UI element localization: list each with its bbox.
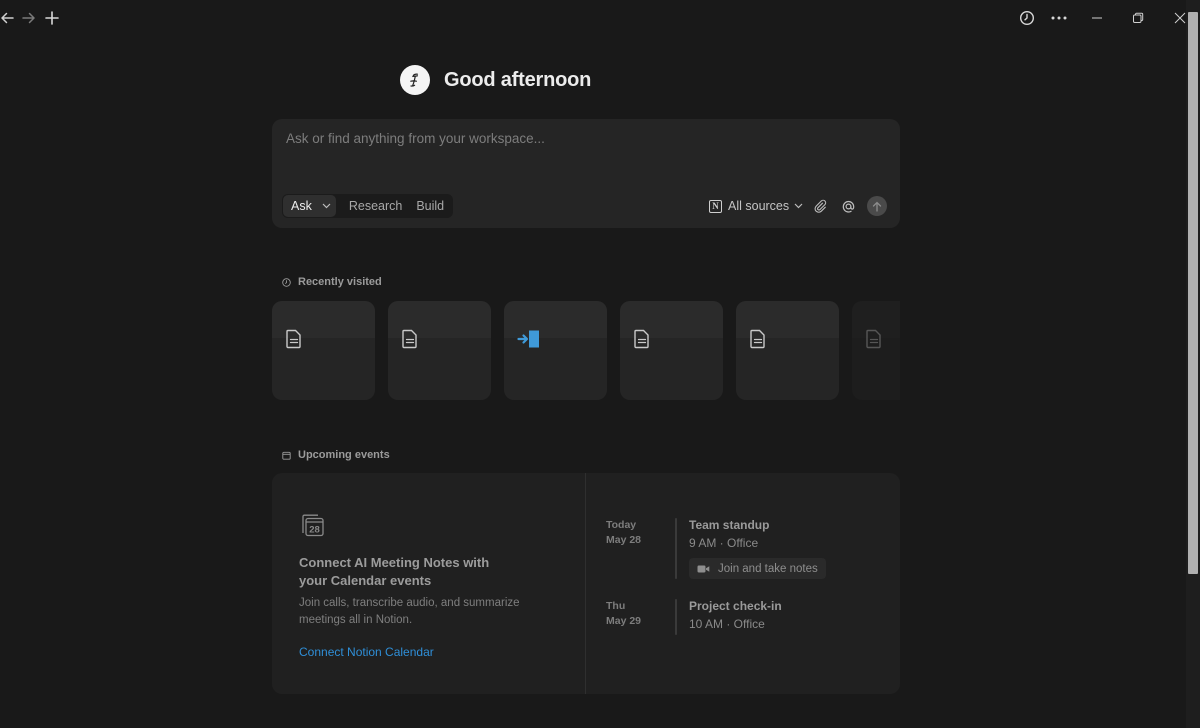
minimize-icon[interactable] [1087,8,1107,28]
calendar-day-number: 28 [309,525,320,536]
ask-box[interactable]: Ask or find anything from your workspace… [272,119,900,228]
video-camera-icon [697,564,710,574]
mode-build-button[interactable]: Build [411,199,449,213]
recent-page-card[interactable] [272,301,375,400]
page-icon [285,329,303,349]
title-bar [0,0,1200,36]
page-icon [749,329,767,349]
clock-icon [282,277,291,287]
mode-ask-label: Ask [291,199,312,213]
join-and-take-notes-button[interactable]: Join and take notes [689,558,826,579]
page-icon [865,329,883,349]
event-title: Project check-in [689,599,782,613]
mode-selector: Ask Research Build [282,194,454,218]
recent-page-card[interactable] [388,301,491,400]
greeting: Good afternoon [400,64,591,96]
recently-visited-header: Recently visited [282,276,382,288]
new-tab-plus-icon[interactable] [43,9,61,27]
attachment-icon[interactable] [811,197,829,215]
recent-page-card[interactable] [504,301,607,400]
greeting-text: Good afternoon [444,68,592,91]
chevron-down-icon[interactable] [322,203,331,209]
sources-label: All sources [728,199,790,213]
back-arrow-icon[interactable] [0,9,16,27]
scrollbar-thumb[interactable] [1188,12,1198,574]
event-meta: 10 AM · Office [689,617,765,631]
sign-in-arrow-icon [517,329,541,349]
user-avatar-icon[interactable] [400,65,430,95]
recent-page-card[interactable] [620,301,723,400]
history-clock-icon[interactable] [1017,8,1037,28]
event-day: Today May 28 [606,518,641,548]
calendar-icon [282,451,291,460]
connect-calendar-link[interactable]: Connect Notion Calendar [299,645,434,659]
event-day-label: Today [606,519,637,531]
upcoming-events-panel: 28 Connect AI Meeting Notes with your Ca… [272,473,900,694]
connect-description: Join calls, transcribe audio, and summar… [299,597,520,626]
upcoming-events-header: Upcoming events [282,449,390,461]
event-meta: 9 AM · Office [689,536,759,550]
send-arrow-icon[interactable] [867,196,887,216]
divider [585,473,586,694]
event-title: Team standup [689,518,770,532]
calendar-28-icon: 28 [300,513,325,537]
mode-research-button[interactable]: Research [344,199,408,213]
event-date: May 28 [606,534,642,546]
restore-icon[interactable] [1128,8,1148,28]
event-date: May 29 [606,615,642,627]
recent-page-card[interactable] [736,301,839,400]
recently-visited-title: Recently visited [298,276,382,288]
event-day: Thu May 29 [606,599,641,629]
upcoming-events-title: Upcoming events [298,449,390,461]
notion-logo-icon: N [709,199,722,213]
event-bar [675,599,677,635]
recently-visited-list [272,301,900,401]
page-icon [401,329,419,349]
sources-dropdown[interactable]: N All sources [709,196,803,216]
chevron-down-icon [794,203,803,209]
ask-input-placeholder[interactable]: Ask or find anything from your workspace… [286,131,545,146]
mode-ask-button[interactable]: Ask [283,195,336,217]
recent-page-card[interactable] [852,301,900,400]
event-bar [675,518,677,579]
more-ellipsis-icon[interactable] [1049,8,1069,28]
connect-title: Connect AI Meeting Notes with your Calen… [299,555,490,588]
page-icon [633,329,651,349]
forward-arrow-icon[interactable] [20,9,38,27]
join-label: Join and take notes [718,562,818,575]
vertical-scrollbar[interactable] [1186,0,1200,728]
mention-at-icon[interactable] [839,197,857,215]
event-day-label: Thu [606,600,626,612]
